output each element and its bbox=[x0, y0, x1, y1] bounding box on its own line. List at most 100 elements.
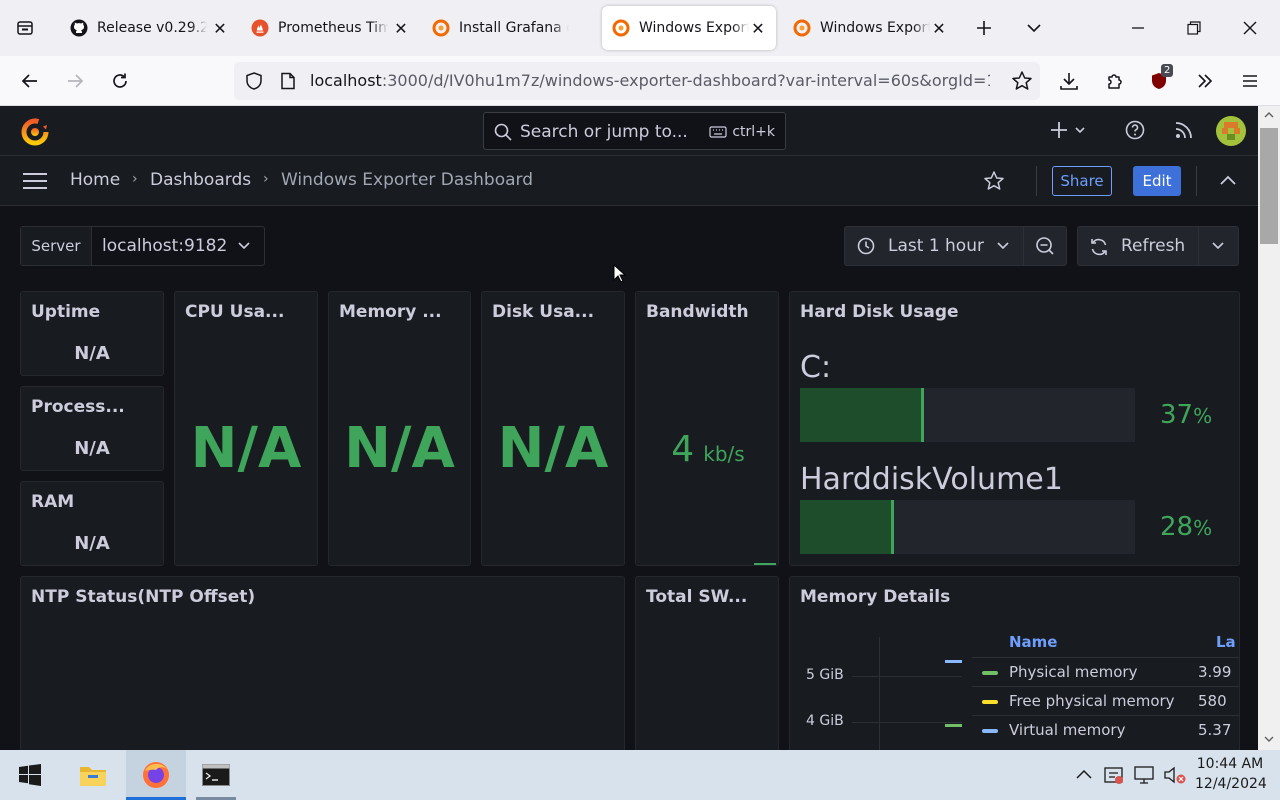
scroll-down-arrow-icon[interactable] bbox=[1264, 736, 1274, 742]
volume-muted-tray-icon[interactable] bbox=[1163, 765, 1187, 785]
user-avatar[interactable] bbox=[1216, 116, 1246, 146]
new-tab-plus-icon[interactable] bbox=[964, 8, 1004, 48]
browser-tab-release[interactable]: Release v0.29.2 ✕ bbox=[60, 6, 238, 50]
stat-value: N/A bbox=[74, 438, 110, 459]
panel-ram[interactable]: RAM N/A bbox=[20, 481, 164, 566]
search-icon bbox=[494, 123, 512, 141]
close-tab-icon[interactable]: ✕ bbox=[391, 18, 411, 38]
collapse-chevron-up-icon[interactable] bbox=[1219, 174, 1237, 186]
firefox-taskbar-icon[interactable] bbox=[126, 750, 186, 800]
tab-overflow-chevron-down-icon[interactable] bbox=[1014, 8, 1054, 48]
share-button[interactable]: Share bbox=[1052, 166, 1112, 196]
close-window-icon[interactable] bbox=[1230, 8, 1270, 48]
panel-title: Uptime bbox=[31, 302, 101, 322]
app-menu-hamburger-icon[interactable] bbox=[1233, 64, 1267, 98]
browser-tab-windows-exporter-active[interactable]: Windows Exporter ✕ bbox=[602, 6, 776, 50]
url-text[interactable]: localhost:3000/d/IV0hu1m7z/windows-expor… bbox=[310, 71, 990, 90]
new-plus-dropdown-icon[interactable] bbox=[1050, 121, 1088, 141]
network-tray-icon[interactable] bbox=[1134, 765, 1156, 785]
more-tools-chevrons-icon[interactable] bbox=[1188, 64, 1222, 98]
browser-nav-bar: localhost:3000/d/IV0hu1m7z/windows-expor… bbox=[0, 56, 1280, 106]
server-variable-dropdown[interactable]: localhost:9182 bbox=[92, 227, 264, 265]
tab-label: Prometheus Time bbox=[278, 20, 388, 36]
restore-window-icon[interactable] bbox=[1174, 8, 1214, 48]
help-icon[interactable] bbox=[1125, 120, 1145, 140]
tab-list-icon[interactable] bbox=[8, 11, 42, 45]
grafana-icon bbox=[432, 19, 450, 37]
disk-usage-bar bbox=[800, 388, 1135, 442]
search-input[interactable]: Search or jump to... ctrl+k bbox=[483, 112, 786, 150]
favorite-star-icon[interactable] bbox=[983, 170, 1005, 192]
command-prompt-icon[interactable] bbox=[186, 750, 246, 800]
divider bbox=[1196, 166, 1197, 196]
scrollbar-thumb[interactable] bbox=[1260, 128, 1278, 244]
grafana-app: Search or jump to... ctrl+k Home › Dashb… bbox=[0, 106, 1258, 750]
edit-button[interactable]: Edit bbox=[1133, 166, 1181, 196]
browser-tab-prometheus[interactable]: Prometheus Time ✕ bbox=[241, 6, 419, 50]
legend-header-last[interactable]: La bbox=[1216, 633, 1236, 651]
panel-title: Disk Usa... bbox=[492, 302, 595, 322]
security-tray-icon[interactable] bbox=[1104, 765, 1124, 785]
breadcrumb-dashboards[interactable]: Dashboards bbox=[150, 170, 251, 190]
series-line-physical-memory bbox=[945, 724, 962, 727]
legend-series-value: 5.37 bbox=[1198, 721, 1232, 739]
bookmark-star-icon[interactable] bbox=[1011, 70, 1033, 92]
forward-arrow-icon[interactable] bbox=[58, 64, 92, 98]
close-tab-icon[interactable]: ✕ bbox=[210, 18, 230, 38]
show-hidden-icons-chevron-up-icon[interactable] bbox=[1076, 769, 1092, 779]
legend-row[interactable]: Free physical memory 580 bbox=[972, 686, 1239, 714]
legend-row[interactable]: Physical memory 3.99 bbox=[972, 657, 1239, 685]
news-rss-icon[interactable] bbox=[1175, 121, 1193, 139]
zoom-out-button[interactable] bbox=[1024, 227, 1066, 265]
windows-start-icon[interactable] bbox=[0, 750, 60, 800]
browser-tab-install-grafana[interactable]: Install Grafana on bbox=[422, 6, 600, 50]
ublock-shield-icon[interactable]: 2 bbox=[1143, 64, 1177, 98]
clock-date[interactable]: 12/4/2024 bbox=[1195, 776, 1267, 792]
tab-label: Windows Exporter bbox=[639, 20, 749, 36]
grafana-icon bbox=[793, 19, 811, 37]
page-info-icon[interactable] bbox=[279, 72, 297, 90]
legend-series-name: Virtual memory bbox=[1009, 721, 1126, 739]
shield-icon[interactable] bbox=[244, 71, 264, 91]
refresh-button[interactable]: Refresh bbox=[1078, 227, 1198, 265]
grafana-logo-icon[interactable] bbox=[19, 116, 51, 148]
downloads-icon[interactable] bbox=[1052, 64, 1086, 98]
panel-disk-usage[interactable]: Disk Usa... N/A bbox=[481, 291, 625, 566]
back-arrow-icon[interactable] bbox=[13, 64, 47, 98]
panel-memory-usage[interactable]: Memory ... N/A bbox=[328, 291, 471, 566]
gridline bbox=[852, 676, 962, 677]
panel-title: Memory ... bbox=[339, 302, 442, 322]
panel-processes[interactable]: Process... N/A bbox=[20, 386, 164, 471]
extensions-puzzle-icon[interactable] bbox=[1098, 64, 1132, 98]
legend-row[interactable]: Virtual memory 5.37 bbox=[972, 715, 1239, 743]
clock-time[interactable]: 10:44 AM bbox=[1195, 756, 1265, 772]
menu-hamburger-icon[interactable] bbox=[22, 171, 48, 191]
breadcrumb-home[interactable]: Home bbox=[70, 170, 120, 190]
file-explorer-folder-icon[interactable] bbox=[63, 750, 123, 800]
close-tab-icon[interactable]: ✕ bbox=[748, 18, 768, 38]
refresh-interval-chevron-down-icon[interactable] bbox=[1212, 242, 1224, 250]
minimize-window-icon[interactable] bbox=[1118, 8, 1158, 48]
panel-memory-details[interactable]: Memory Details 5 GiB 4 GiB Name La Physi… bbox=[789, 576, 1240, 750]
url-bar[interactable]: localhost:3000/d/IV0hu1m7z/windows-expor… bbox=[234, 62, 1040, 100]
legend-header-name[interactable]: Name bbox=[1009, 633, 1057, 651]
panel-cpu-usage[interactable]: CPU Usa... N/A bbox=[174, 291, 318, 566]
scroll-up-arrow-icon[interactable] bbox=[1264, 112, 1274, 118]
grafana-top-bar: Search or jump to... ctrl+k bbox=[0, 106, 1258, 156]
chevron-down-icon bbox=[997, 242, 1009, 250]
panel-uptime[interactable]: Uptime N/A bbox=[20, 291, 164, 376]
panel-ntp-status[interactable]: NTP Status(NTP Offset) bbox=[20, 576, 625, 750]
divider bbox=[1198, 227, 1199, 265]
github-icon bbox=[70, 19, 88, 37]
close-tab-icon[interactable]: ✕ bbox=[929, 18, 949, 38]
panel-hard-disk-usage[interactable]: Hard Disk Usage C: 37% HarddiskVolume1 2… bbox=[789, 291, 1240, 566]
browser-tab-windows-exporter[interactable]: Windows Exporter ✕ bbox=[783, 6, 957, 50]
panel-total-swap[interactable]: Total SW... bbox=[635, 576, 779, 750]
legend-series-value: 3.99 bbox=[1198, 663, 1232, 681]
page-scrollbar[interactable] bbox=[1258, 106, 1280, 750]
reload-icon[interactable] bbox=[103, 64, 137, 98]
time-range-button[interactable]: Last 1 hour bbox=[845, 227, 1023, 265]
stat-value: N/A bbox=[190, 416, 302, 481]
y-axis-tick: 4 GiB bbox=[806, 713, 844, 729]
panel-bandwidth[interactable]: Bandwidth 4 kb/s bbox=[635, 291, 779, 566]
